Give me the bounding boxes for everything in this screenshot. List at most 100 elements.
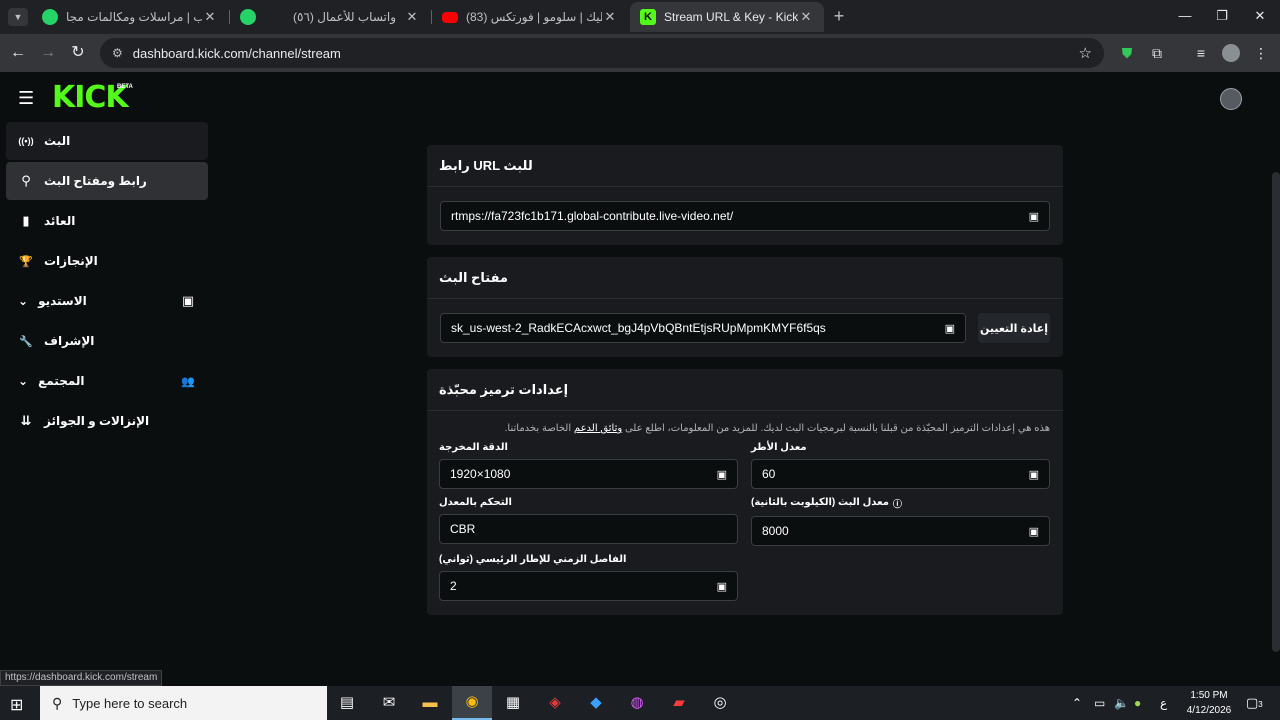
address-bar[interactable]: ⚙ dashboard.kick.com/channel/stream ☆	[100, 38, 1104, 68]
new-tab-button[interactable]: +	[830, 6, 848, 28]
user-avatar[interactable]	[1220, 88, 1242, 110]
wrench-icon: 🔧	[19, 335, 33, 348]
info-icon[interactable]: ⓘ	[893, 497, 902, 510]
page-scrollbar[interactable]	[1272, 172, 1280, 652]
back-arrow-icon[interactable]: ←	[8, 43, 28, 63]
encoder-settings-card: إعدادات ترميز محبّذة هذه هي إعدادات التر…	[427, 369, 1063, 615]
sidebar-item-label: الاستديو	[38, 294, 87, 308]
sidebar-item-stream-url-key[interactable]: ⚲ رابط ومفتاح البث	[6, 162, 208, 200]
keyframe-interval-field[interactable]: 2 ▣	[439, 571, 738, 601]
bar-chart-icon: ▮	[22, 213, 30, 228]
chevron-down-icon[interactable]: ⌄	[18, 294, 28, 308]
ns-app-icon[interactable]: ◆	[585, 693, 607, 713]
sidebar-item-label: رابط ومفتاح البث	[44, 174, 147, 188]
resolution-field[interactable]: 1920×1080 ▣	[439, 459, 738, 489]
notification-center-icon[interactable]: ▢3	[1246, 695, 1263, 711]
security-app-icon[interactable]: ◈	[544, 693, 566, 713]
windows-taskbar: ⊞ ⚲ Type here to search ▤ ✉ ▬ ◉ ▦ ◈ ◆ ◍ …	[0, 686, 1280, 720]
task-view-icon[interactable]: ▤	[336, 693, 358, 713]
stream-key-card: مفتاح البث sk_us-west-2_RadkECAcxwct_bgJ…	[427, 257, 1063, 357]
store-icon[interactable]: ▦	[502, 693, 524, 713]
sidebar-item-achievements[interactable]: 🏆 الإنجازات	[6, 242, 208, 280]
tab-whatsapp[interactable]: واتساب | مراسلات ومكالمات مجا ✕	[32, 2, 228, 32]
windows-start-icon[interactable]: ⊞	[10, 695, 23, 715]
close-icon[interactable]: ✕	[798, 9, 814, 25]
site-info-icon[interactable]: ⚙	[112, 46, 123, 60]
kick-icon: K	[640, 9, 656, 25]
keyboard-language[interactable]: ع	[1160, 696, 1167, 710]
search-icon: ⚲	[52, 694, 63, 711]
youtube-icon	[442, 11, 458, 23]
profile-avatar[interactable]	[1222, 44, 1240, 62]
bookmark-star-icon[interactable]: ☆	[1079, 44, 1092, 62]
sidebar-item-community[interactable]: ⌄ المجتمع 👥	[6, 362, 208, 400]
reload-icon[interactable]: ↻	[68, 43, 88, 63]
video-icon: ▣	[181, 293, 195, 308]
sidebar-item-drops-rewards[interactable]: ⇊ الإنزالات و الجوائز	[6, 402, 208, 440]
trophy-icon: 🏆	[19, 255, 33, 268]
broadcast-icon: ((•))	[18, 136, 34, 146]
browser-toolbar: ← → ↻ ⚙ dashboard.kick.com/channel/strea…	[0, 34, 1280, 72]
tray-chevron-up-icon[interactable]: ⌃	[1072, 696, 1082, 710]
tab-youtube[interactable]: (83) عيب عليك | سلومو | فورتكس... ✕	[432, 2, 628, 32]
hamburger-menu-icon[interactable]: ☰	[18, 89, 34, 107]
app-header: ☰ KICK BETA	[0, 72, 1280, 124]
obs-icon[interactable]: ◎	[709, 693, 731, 713]
sidebar-item-moderation[interactable]: 🔧 الإشراف	[6, 322, 208, 360]
drops-icon: ⇊	[20, 413, 32, 428]
sidebar-item-stream[interactable]: ((•)) البث	[6, 122, 208, 160]
network-icon[interactable]: ▭	[1094, 696, 1105, 710]
tab-kick-dashboard[interactable]: K Stream URL & Key - Kick Dashb ✕	[630, 2, 824, 32]
file-explorer-icon[interactable]: ▬	[419, 693, 441, 713]
stream-url-value: rtmps://fa723fc1b171.global-contribute.l…	[451, 209, 734, 223]
copy-icon[interactable]: ▣	[1029, 525, 1039, 538]
reset-key-button[interactable]: إعادة التعيين	[978, 313, 1050, 343]
beta-badge: BETA	[117, 84, 133, 90]
chevron-down-icon[interactable]: ⌄	[18, 374, 28, 388]
whatsapp-icon	[42, 9, 58, 25]
window-close-icon[interactable]: ✕	[1250, 8, 1270, 24]
close-icon[interactable]: ✕	[404, 9, 420, 25]
tab-title: Stream URL & Key - Kick Dashb	[664, 10, 798, 24]
onedrive-status-icon[interactable]: ●	[1134, 696, 1141, 710]
address-url: dashboard.kick.com/channel/stream	[132, 45, 341, 61]
copy-icon[interactable]: ▣	[945, 322, 955, 335]
empty-cell	[751, 554, 1050, 601]
forward-arrow-icon[interactable]: →	[38, 43, 58, 63]
support-docs-link[interactable]: وثائق الدعم	[574, 423, 622, 434]
resolution-setting: الدقة المخرجة 1920×1080 ▣	[439, 442, 738, 489]
rate-control-field[interactable]: CBR	[439, 514, 738, 544]
stream-url-field[interactable]: rtmps://fa723fc1b171.global-contribute.l…	[440, 201, 1050, 231]
sidebar-item-revenue[interactable]: ▮ العائد	[6, 202, 208, 240]
copy-icon[interactable]: ▣	[717, 580, 727, 593]
frame-rate-field[interactable]: 60 ▣	[751, 459, 1050, 489]
puzzle-extensions-icon[interactable]: ⧉	[1148, 44, 1166, 62]
tab-whatsapp-business[interactable]: (٥٦) واتساب للأعمال ✕	[230, 2, 430, 32]
stream-key-field[interactable]: sk_us-west-2_RadkECAcxwct_bgJ4pVbQBntEtj…	[440, 313, 966, 343]
sidebar-item-studio[interactable]: ⌄ الاستديو ▣	[6, 282, 208, 320]
tab-search-chevron-icon[interactable]: ▼	[8, 8, 28, 26]
kick-dashboard: ☰ KICK BETA ((•)) البث ⚲ رابط ومفتاح الب…	[0, 72, 1280, 670]
minimize-icon[interactable]: —	[1175, 8, 1195, 23]
maximize-icon[interactable]: ❐	[1212, 8, 1232, 24]
close-icon[interactable]: ✕	[202, 9, 218, 25]
taskbar-search[interactable]: ⚲ Type here to search	[40, 686, 327, 720]
link-hover-status: https://dashboard.kick.com/stream	[0, 670, 163, 686]
volume-icon[interactable]: 🔈	[1114, 696, 1129, 710]
color-app-icon[interactable]: ◍	[626, 693, 648, 713]
close-icon[interactable]: ✕	[602, 9, 618, 25]
bitrate-field[interactable]: 8000 ▣	[751, 516, 1050, 546]
copy-icon[interactable]: ▣	[1029, 468, 1039, 481]
copy-icon[interactable]: ▣	[717, 468, 727, 481]
shield-extension-icon[interactable]: ⛊	[1118, 44, 1136, 62]
kebab-menu-icon[interactable]: ⋮	[1252, 44, 1270, 62]
wps-office-icon[interactable]: ▰	[668, 693, 690, 713]
mail-icon[interactable]: ✉	[378, 693, 400, 713]
system-clock[interactable]: 1:50 PM 4/12/2026	[1180, 688, 1238, 718]
copy-icon[interactable]: ▣	[1029, 210, 1039, 223]
media-control-icon[interactable]: ≡	[1192, 44, 1210, 62]
rate-control-setting: التحكم بالمعدل CBR	[439, 497, 738, 546]
tab-title: (٥٦) واتساب للأعمال	[293, 10, 396, 24]
bitrate-setting: معدل البث (الكيلوبت بالثانية) ⓘ 8000 ▣	[751, 497, 1050, 546]
chrome-icon[interactable]: ◉	[452, 686, 492, 720]
